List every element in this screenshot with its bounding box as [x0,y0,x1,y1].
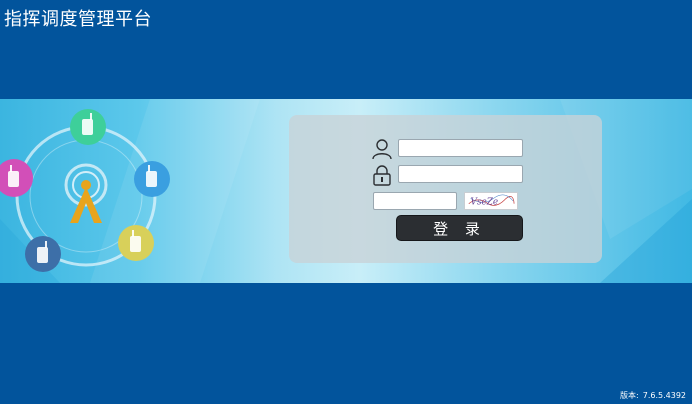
user-icon [372,139,392,160]
version-value: 7.6.5.4392 [642,391,686,400]
walkie-talkie-icon [118,225,154,261]
captcha-input[interactable] [373,192,457,210]
login-panel: VseZe 登 录 [289,115,602,263]
walkie-talkie-icon [134,161,170,197]
signal-tower-icon [64,163,108,223]
login-banner: VseZe 登 录 [0,99,692,283]
version-info: 版本: 7.6.5.4392 [616,390,686,401]
captcha-image[interactable]: VseZe [464,192,518,210]
walkie-talkie-icon [70,109,106,145]
app-title: 指挥调度管理平台 [4,9,152,30]
captcha-text: VseZe [471,198,499,208]
password-input[interactable] [398,165,523,183]
walkie-talkie-icon [0,159,33,197]
walkie-talkie-icon [25,236,61,272]
lock-icon [373,165,391,186]
login-button[interactable]: 登 录 [396,215,523,241]
username-input[interactable] [398,139,523,157]
version-label: 版本: [620,391,639,400]
